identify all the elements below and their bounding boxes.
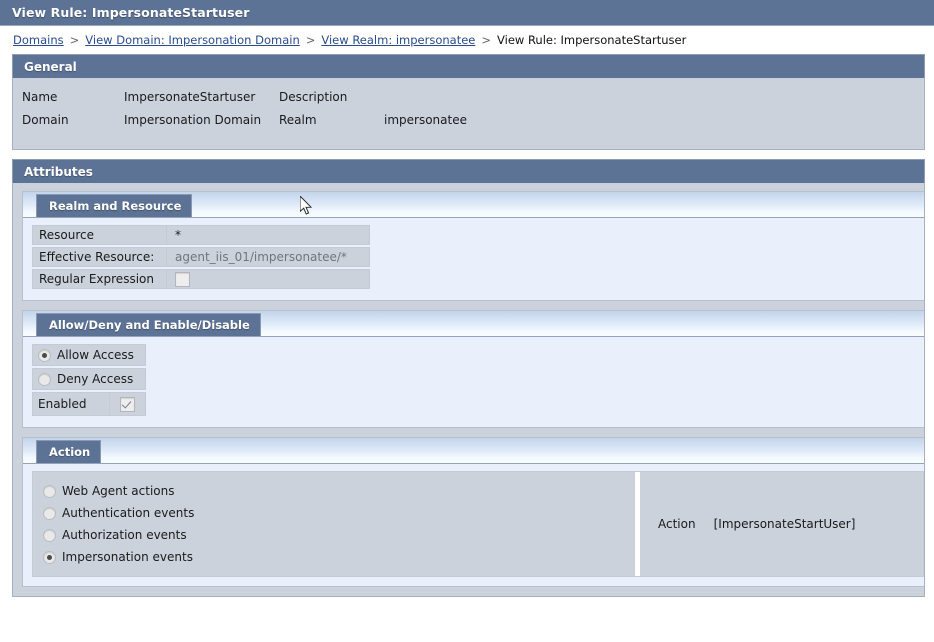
breadcrumb-separator: > (481, 33, 492, 47)
realm-and-resource-tabstrip: Realm and Resource (23, 192, 924, 218)
enabled-label: Enabled (32, 392, 110, 416)
general-realm-value: impersonatee (384, 113, 467, 127)
action-option-authorization-events[interactable]: Authorization events (33, 524, 635, 546)
action-value-label: Action (658, 517, 696, 531)
tab-realm-and-resource-label: Realm and Resource (49, 199, 182, 213)
effective-resource-value: agent_iis_01/impersonatee/* (167, 247, 370, 267)
realm-and-resource-body: Resource * Effective Resource: agent_iis… (23, 218, 924, 300)
general-realm-label: Realm (279, 113, 317, 127)
regular-expression-checkbox[interactable] (175, 271, 190, 287)
action-selected-value-panel: Action [ImpersonateStartUser] (640, 472, 923, 576)
allow-deny-tabstrip: Allow/Deny and Enable/Disable (23, 311, 924, 337)
tab-action[interactable]: Action (36, 440, 102, 463)
general-domain-label: Domain (22, 113, 69, 127)
tab-realm-and-resource[interactable]: Realm and Resource (36, 194, 193, 217)
action-option-authentication-events[interactable]: Authentication events (33, 502, 635, 524)
allow-deny-enable-disable-panel: Allow/Deny and Enable/Disable Allow Acce… (22, 310, 924, 428)
attributes-section-body: Realm and Resource Resource * Effective … (12, 183, 925, 597)
impersonation-events-label: Impersonation events (62, 550, 193, 564)
allow-deny-body: Allow Access Deny Access Enabled (23, 337, 924, 427)
breadcrumb-item-view-domain[interactable]: View Domain: Impersonation Domain (85, 33, 299, 47)
web-agent-actions-radio[interactable] (43, 484, 56, 498)
deny-access-option[interactable]: Deny Access (32, 368, 146, 390)
realm-and-resource-panel: Realm and Resource Resource * Effective … (22, 191, 924, 301)
allow-access-radio[interactable] (38, 348, 51, 362)
action-tabstrip: Action (23, 438, 924, 464)
breadcrumb-item-current: View Rule: ImpersonateStartuser (497, 33, 687, 47)
window-title-bar: View Rule: ImpersonateStartuser (0, 0, 934, 26)
authorization-events-label: Authorization events (62, 528, 187, 542)
authentication-events-label: Authentication events (62, 506, 195, 520)
action-panel: Action Web Agent actions Authentication … (22, 437, 924, 587)
action-split-container: Web Agent actions Authentication events … (32, 471, 924, 577)
general-section-title: General (24, 59, 77, 74)
deny-access-radio[interactable] (38, 372, 51, 386)
tab-allow-deny-enable-disable[interactable]: Allow/Deny and Enable/Disable (36, 313, 261, 336)
general-section-body: Name ImpersonateStartuser Description Do… (12, 78, 925, 150)
action-option-impersonation-events[interactable]: Impersonation events (33, 546, 635, 568)
general-section: General Name ImpersonateStartuser Descri… (12, 54, 925, 150)
resource-value: * (167, 225, 370, 245)
attributes-section: Attributes Realm and Resource Resource *… (12, 159, 925, 597)
effective-resource-row: Effective Resource: agent_iis_01/imperso… (32, 247, 924, 267)
resource-row: Resource * (32, 225, 924, 245)
deny-access-label: Deny Access (57, 372, 134, 386)
general-description-label: Description (279, 90, 348, 104)
enabled-checkbox[interactable] (120, 396, 135, 412)
general-domain-value: Impersonation Domain (124, 113, 262, 127)
page-title: View Rule: ImpersonateStartuser (12, 5, 250, 20)
action-value: [ImpersonateStartUser] (713, 517, 856, 531)
resource-label: Resource (32, 225, 167, 245)
authentication-events-radio[interactable] (43, 506, 56, 520)
action-options-list: Web Agent actions Authentication events … (33, 472, 635, 576)
attributes-section-header: Attributes (12, 159, 925, 183)
general-name-label: Name (22, 90, 58, 104)
breadcrumb-separator: > (305, 33, 316, 47)
enabled-row: Enabled (32, 392, 924, 416)
general-description-value (384, 90, 924, 105)
effective-resource-label: Effective Resource: (32, 247, 167, 267)
breadcrumb-item-view-realm[interactable]: View Realm: impersonatee (321, 33, 475, 47)
impersonation-events-radio[interactable] (43, 550, 56, 564)
breadcrumb-separator: > (69, 33, 80, 47)
tab-action-label: Action (49, 445, 91, 459)
breadcrumb: Domains > View Domain: Impersonation Dom… (0, 26, 934, 54)
allow-access-option[interactable]: Allow Access (32, 344, 146, 366)
allow-access-label: Allow Access (57, 348, 134, 362)
tab-allow-deny-enable-disable-label: Allow/Deny and Enable/Disable (49, 318, 250, 332)
action-body: Web Agent actions Authentication events … (23, 464, 924, 586)
regular-expression-label: Regular Expression (32, 269, 167, 289)
general-name-value: ImpersonateStartuser (124, 90, 256, 104)
attributes-section-title: Attributes (24, 164, 93, 179)
regular-expression-row: Regular Expression (32, 269, 924, 289)
enabled-checkbox-cell (110, 392, 146, 416)
web-agent-actions-label: Web Agent actions (62, 484, 175, 498)
action-option-web-agent-actions[interactable]: Web Agent actions (33, 480, 635, 502)
breadcrumb-item-domains[interactable]: Domains (13, 33, 64, 47)
authorization-events-radio[interactable] (43, 528, 56, 542)
regular-expression-value-cell (167, 269, 370, 289)
general-section-header: General (12, 54, 925, 78)
